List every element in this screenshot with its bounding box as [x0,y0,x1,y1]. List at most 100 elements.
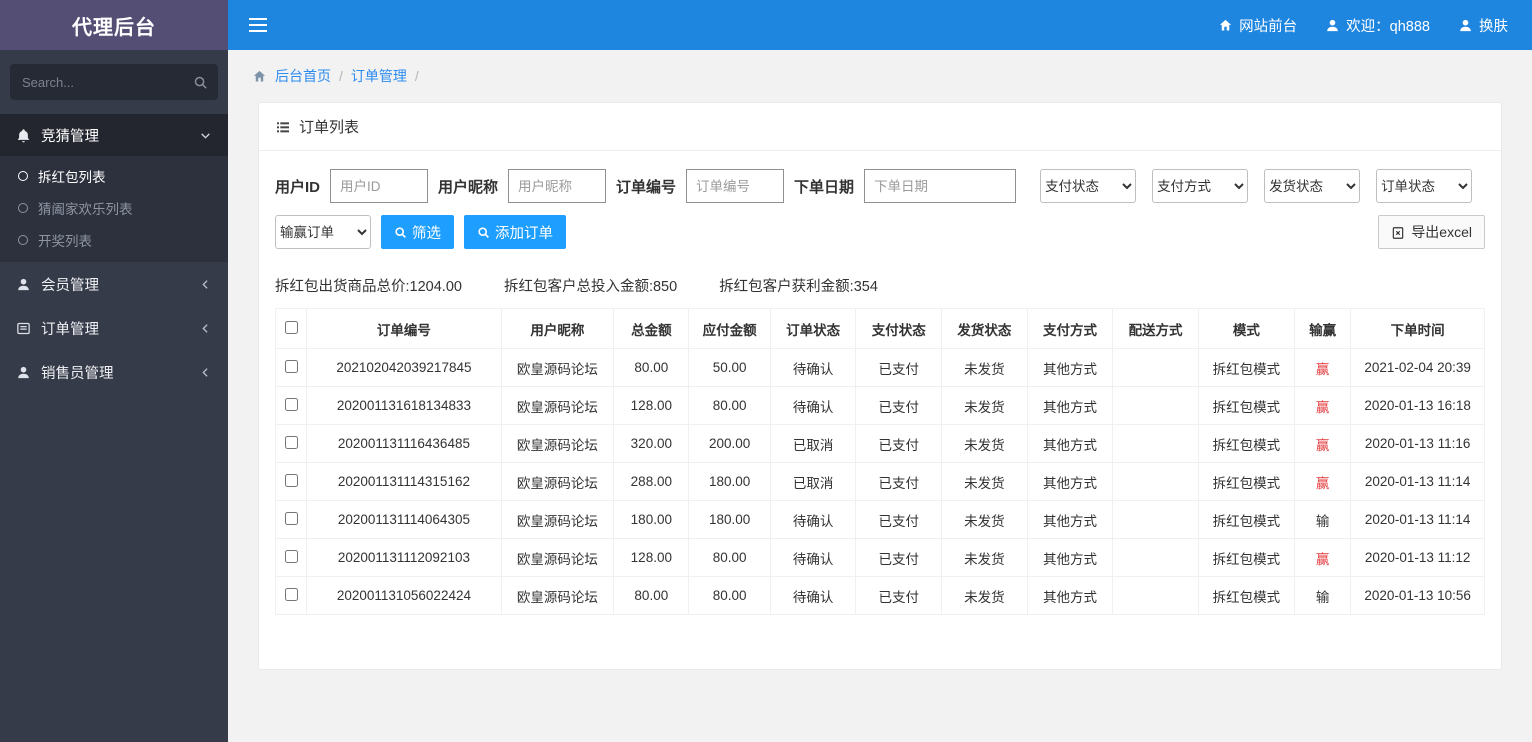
sidebar-item-family-fun-list[interactable]: 猜阖家欢乐列表 [0,192,228,224]
win-lose-select[interactable]: 输赢订单 [275,215,371,249]
column-header[interactable]: 总金额 [613,308,690,349]
cell-mode: 拆红包模式 [1197,386,1295,425]
column-header[interactable]: 应付金额 [688,308,771,349]
export-excel-button[interactable]: 导出excel [1378,215,1485,249]
cell-mode: 拆红包模式 [1197,424,1295,463]
sidebar-item-betting-management[interactable]: 竞猜管理 [0,114,228,156]
frontend-link[interactable]: 网站前台 [1218,15,1297,36]
cell-time: 2020-01-13 11:14 [1350,500,1485,539]
sidebar-item-member-management[interactable]: 会员管理 [0,262,228,306]
main-content: 后台首页 / 订单管理 / 订单列表 用户ID 用户昵称 订单编号 下单日期 [228,0,1532,670]
stat-total-profit: 拆红包客户获利金额:354 [719,279,878,295]
cell-ship-status: 未发货 [941,538,1028,577]
cell-delivery [1112,424,1199,463]
cell-ship-status: 未发货 [941,500,1028,539]
cell-pay-method: 其他方式 [1026,500,1114,539]
filter-row-2: 输赢订单 筛选 添加订单 导出excel [275,215,1485,249]
pay-status-select[interactable]: 支付状态 [1040,169,1137,203]
cell-pay-status: 已支付 [855,462,943,501]
row-checkbox[interactable] [284,511,298,525]
cell-pay-method: 其他方式 [1026,462,1114,501]
column-header[interactable]: 下单时间 [1350,308,1485,349]
cell-payable: 80.00 [688,386,771,425]
cell-total: 80.00 [613,348,690,387]
cell-result: 赢 [1293,538,1352,577]
column-header[interactable]: 订单状态 [769,308,857,349]
ship-status-select[interactable]: 发货状态 [1264,169,1361,203]
pay-method-select[interactable]: 支付方式 [1152,169,1249,203]
sidebar-item-red-packet-list[interactable]: 拆红包列表 [0,160,228,192]
cell-time: 2020-01-13 16:18 [1350,386,1485,425]
sidebar-item-salesperson-management[interactable]: 销售员管理 [0,350,228,394]
brand-title: 代理后台 [0,0,228,50]
betting-submenu: 拆红包列表 猜阖家欢乐列表 开奖列表 [0,156,228,262]
breadcrumb-home-link[interactable]: 后台首页 [275,66,331,86]
cell-result: 赢 [1293,424,1352,463]
table-row: 202001131056022424 欧皇源码论坛 80.00 80.00 待确认 已支付… [274,576,1485,615]
user-id-input[interactable] [330,169,429,203]
cell-order-no: 202001131056022424 [306,576,502,615]
sidebar-item-lottery-list[interactable]: 开奖列表 [0,224,228,256]
cell-order-status: 待确认 [769,576,857,615]
panel-title: 订单列表 [299,119,360,136]
skin-icon [1458,17,1473,33]
cell-pay-status: 已支付 [855,348,943,387]
column-header[interactable]: 用户昵称 [500,308,615,349]
add-order-button-label: 添加订单 [495,225,553,242]
row-checkbox[interactable] [284,359,298,373]
cell-result: 赢 [1293,348,1352,387]
cell-delivery [1112,576,1199,615]
search-icon[interactable] [193,73,208,90]
cell-delivery [1112,386,1199,425]
filter-button[interactable]: 筛选 [381,215,454,249]
cell-payable: 50.00 [688,348,771,387]
sidebar-item-order-management[interactable]: 订单管理 [0,306,228,350]
cell-delivery [1112,538,1199,577]
chevron-down-icon [199,127,212,143]
row-checkbox-cell [274,386,308,425]
row-checkbox[interactable] [284,587,298,601]
column-header[interactable]: 订单编号 [306,308,502,349]
order-date-input[interactable] [864,169,1017,203]
breadcrumb-current-link[interactable]: 订单管理 [351,66,407,86]
cell-time: 2020-01-13 11:14 [1350,462,1485,501]
sidebar-item-label: 竞猜管理 [41,128,99,145]
select-all-checkbox[interactable] [284,320,298,334]
column-header: 配送方式 [1112,308,1199,349]
home-icon [1218,17,1233,33]
breadcrumb-separator: / [339,68,343,84]
bell-icon [16,127,31,143]
search-input[interactable] [10,64,218,100]
panel-header: 订单列表 [259,103,1501,151]
cell-order-no: 202001131114064305 [306,500,502,539]
user-id-label: 用户ID [275,178,321,196]
add-order-button[interactable]: 添加订单 [464,215,566,249]
user-icon [1325,17,1340,33]
row-checkbox[interactable] [284,397,298,411]
row-checkbox-cell [274,500,308,539]
table-row: 202102042039217845 欧皇源码论坛 80.00 50.00 待确认 已支付… [274,348,1485,387]
row-checkbox[interactable] [284,549,298,563]
submenu-item-label: 开奖列表 [38,234,92,249]
cell-pay-status: 已支付 [855,500,943,539]
menu-toggle-icon[interactable] [228,0,288,50]
circle-icon [18,171,28,181]
welcome-user[interactable]: 欢迎：qh888 [1325,15,1430,36]
cell-payable: 180.00 [688,500,771,539]
change-skin-link[interactable]: 换肤 [1458,15,1508,36]
cell-total: 320.00 [613,424,690,463]
order-no-input[interactable] [686,169,785,203]
row-checkbox[interactable] [284,473,298,487]
nickname-input[interactable] [508,169,607,203]
cell-total: 128.00 [613,538,690,577]
sidebar-item-label: 会员管理 [41,277,99,294]
cell-order-status: 已取消 [769,462,857,501]
frontend-link-label: 网站前台 [1239,18,1298,35]
filter-row-1: 用户ID 用户昵称 订单编号 下单日期 支付状态 支付方式 发货状态 订单 [275,169,1485,203]
row-checkbox[interactable] [284,435,298,449]
order-status-select[interactable]: 订单状态 [1376,169,1473,203]
cell-ship-status: 未发货 [941,348,1028,387]
home-icon [252,68,267,85]
order-no-label: 订单编号 [616,178,677,196]
cell-total: 288.00 [613,462,690,501]
